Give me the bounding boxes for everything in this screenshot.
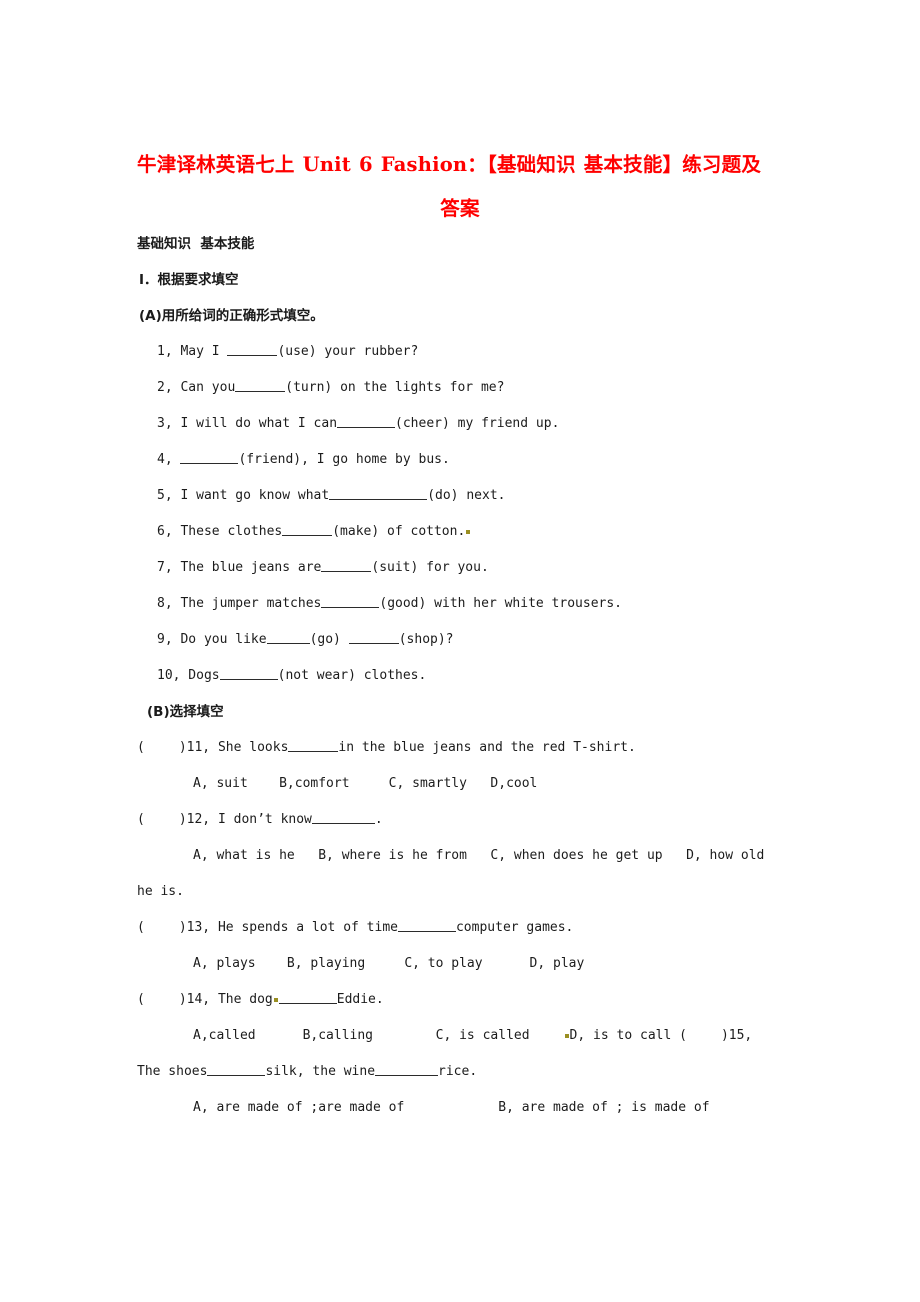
answer-blank[interactable] bbox=[321, 559, 372, 572]
answer-blank[interactable] bbox=[321, 595, 380, 608]
answer-blank[interactable] bbox=[278, 991, 337, 1004]
answer-blank[interactable] bbox=[329, 487, 428, 500]
item-text-pre: May I bbox=[172, 344, 228, 359]
question-item-11-options[interactable]: A, suit B,comfort C, smartly D,cool bbox=[137, 766, 783, 802]
answer-blank[interactable] bbox=[219, 667, 278, 680]
item-text-post: (use) your rubber? bbox=[277, 344, 419, 359]
item-text-post-2: (shop)? bbox=[398, 632, 454, 647]
item-stem-post: Eddie. bbox=[336, 992, 384, 1007]
item-number: 4, bbox=[157, 452, 173, 467]
annotation-mark-icon bbox=[466, 530, 471, 534]
question-item-15: The shoes silk, the wine rice. bbox=[137, 1054, 783, 1090]
question-item-2: 2, Can you (turn) on the lights for me? bbox=[137, 370, 783, 406]
section-heading: 基础知识 基本技能 bbox=[137, 236, 255, 252]
options-a-through-c[interactable]: A,called B,calling C, is called bbox=[193, 1028, 530, 1043]
item-stem: )11, She looks bbox=[178, 740, 289, 755]
answer-blank[interactable] bbox=[207, 1063, 266, 1076]
answer-blank[interactable] bbox=[180, 451, 239, 464]
item-text-post: (do) next. bbox=[427, 488, 506, 503]
answer-paren-open[interactable]: ( bbox=[137, 992, 145, 1007]
item-text-post: (turn) on the lights for me? bbox=[285, 380, 505, 395]
answer-blank[interactable] bbox=[282, 523, 333, 536]
answer-blank-2[interactable] bbox=[375, 1063, 439, 1076]
answer-blank[interactable] bbox=[397, 919, 456, 932]
question-item-7: 7, The blue jeans are (suit) for you. bbox=[137, 550, 783, 586]
item-text-post: (cheer) my friend up. bbox=[395, 416, 560, 431]
item-text-post: (go) bbox=[309, 632, 349, 647]
question-item-12: ( )12, I don’t know. bbox=[137, 802, 783, 838]
question-item-9: 9, Do you like (go) (shop)? bbox=[137, 622, 783, 658]
item-number: 2, bbox=[157, 380, 173, 395]
item-text-pre: Can you bbox=[172, 380, 236, 395]
item-stem: )14, The dog bbox=[178, 992, 273, 1007]
question-item-12-options[interactable]: A, what is he B, where is he from C, whe… bbox=[137, 838, 783, 874]
question-item-14: ( )14, The dog Eddie. bbox=[137, 982, 783, 1018]
item-number: 10, bbox=[157, 668, 181, 683]
question-item-4: 4, (friend), I go home by bus. bbox=[137, 442, 783, 478]
answer-blank-2[interactable] bbox=[348, 631, 399, 644]
item-text-post: (not wear) clothes. bbox=[277, 668, 427, 683]
page-title-line-1: 牛津译林英语七上 Unit 6 Fashion：【基础知识 基本技能】练习题及 bbox=[137, 153, 762, 176]
options-d[interactable]: D, is to call ( bbox=[570, 1028, 687, 1043]
item-text-pre: I will do what I can bbox=[172, 416, 338, 431]
item-stem-post: computer games. bbox=[455, 920, 574, 935]
document-page: 牛津译林英语七上 Unit 6 Fashion：【基础知识 基本技能】练习题及 … bbox=[0, 0, 920, 1302]
item-text-pre: Dogs bbox=[180, 668, 220, 683]
annotation-mark-icon bbox=[273, 998, 278, 1002]
item-15-end: rice. bbox=[438, 1064, 478, 1079]
question-item-11: ( )11, She looks in the blue jeans and the… bbox=[137, 730, 783, 766]
answer-blank[interactable] bbox=[288, 739, 339, 752]
item-number: 7, bbox=[157, 560, 173, 575]
page-title: 牛津译林英语七上 Unit 6 Fashion：【基础知识 基本技能】练习题及 … bbox=[137, 148, 783, 226]
item-text-post: (suit) for you. bbox=[371, 560, 489, 575]
answer-paren-open[interactable]: ( bbox=[137, 812, 145, 827]
item-text-pre bbox=[173, 452, 181, 467]
item-text-post: (good) with her white trousers. bbox=[379, 596, 623, 611]
item-text-pre: These clothes bbox=[172, 524, 283, 539]
answer-blank[interactable] bbox=[227, 343, 278, 356]
item-stem-post: . bbox=[374, 812, 383, 827]
question-item-12-options-continued[interactable]: he is. bbox=[137, 874, 783, 910]
item-text-post: (make) of cotton. bbox=[332, 524, 466, 539]
item-text-pre: The jumper matches bbox=[172, 596, 322, 611]
question-item-10: 10, Dogs (not wear) clothes. bbox=[137, 658, 783, 694]
answer-blank[interactable] bbox=[266, 631, 310, 644]
question-item-14-options: A,called B,calling C, is called D, is to … bbox=[137, 1018, 783, 1054]
item-stem-post: in the blue jeans and the red T-shirt. bbox=[338, 740, 636, 755]
question-item-8: 8, The jumper matches (good) with her whi… bbox=[137, 586, 783, 622]
question-item-3: 3, I will do what I can (cheer) my friend… bbox=[137, 406, 783, 442]
annotation-mark-icon bbox=[564, 1034, 569, 1038]
item-15-number: )15, bbox=[720, 1028, 753, 1043]
item-stem: )13, He spends a lot of time bbox=[178, 920, 398, 935]
item-text-pre: Do you like bbox=[172, 632, 267, 647]
question-item-13-options[interactable]: A, plays B, playing C, to play D, play bbox=[137, 946, 783, 982]
item-text-pre: The blue jeans are bbox=[172, 560, 322, 575]
answer-blank[interactable] bbox=[311, 811, 375, 824]
question-item-6: 6, These clothes (make) of cotton. bbox=[137, 514, 783, 550]
item-stem: )12, I don’t know bbox=[178, 812, 312, 827]
answer-paren-open[interactable]: ( bbox=[137, 920, 145, 935]
item-number: 1, bbox=[157, 344, 173, 359]
item-text-post: (friend), I go home by bus. bbox=[238, 452, 450, 467]
answer-paren-open[interactable]: ( bbox=[137, 740, 145, 755]
document-body: 牛津译林英语七上 Unit 6 Fashion：【基础知识 基本技能】练习题及 … bbox=[137, 148, 783, 1126]
item-number: 9, bbox=[157, 632, 173, 647]
item-15-stem: The shoes bbox=[137, 1064, 208, 1079]
item-text-pre: I want go know what bbox=[172, 488, 330, 503]
part-one-heading: Ⅰ．根据要求填空 bbox=[139, 272, 239, 288]
item-number: 6, bbox=[157, 524, 173, 539]
item-number: 8, bbox=[157, 596, 173, 611]
answer-blank[interactable] bbox=[337, 415, 396, 428]
question-item-1: 1, May I (use) your rubber? bbox=[137, 334, 783, 370]
item-number: 3, bbox=[157, 416, 173, 431]
page-title-line-2: 答案 bbox=[440, 197, 480, 220]
question-item-5: 5, I want go know what (do) next. bbox=[137, 478, 783, 514]
answer-blank[interactable] bbox=[235, 379, 286, 392]
question-item-13: ( )13, He spends a lot of time computer ga… bbox=[137, 910, 783, 946]
item-15-mid: silk, the wine bbox=[265, 1064, 376, 1079]
item-number: 5, bbox=[157, 488, 173, 503]
question-item-15-options[interactable]: A, are made of ;are made of B, are made … bbox=[137, 1090, 783, 1126]
subsection-b-heading: (B)选择填空 bbox=[147, 704, 224, 720]
subsection-a-heading: (A)用所给词的正确形式填空。 bbox=[139, 308, 324, 324]
